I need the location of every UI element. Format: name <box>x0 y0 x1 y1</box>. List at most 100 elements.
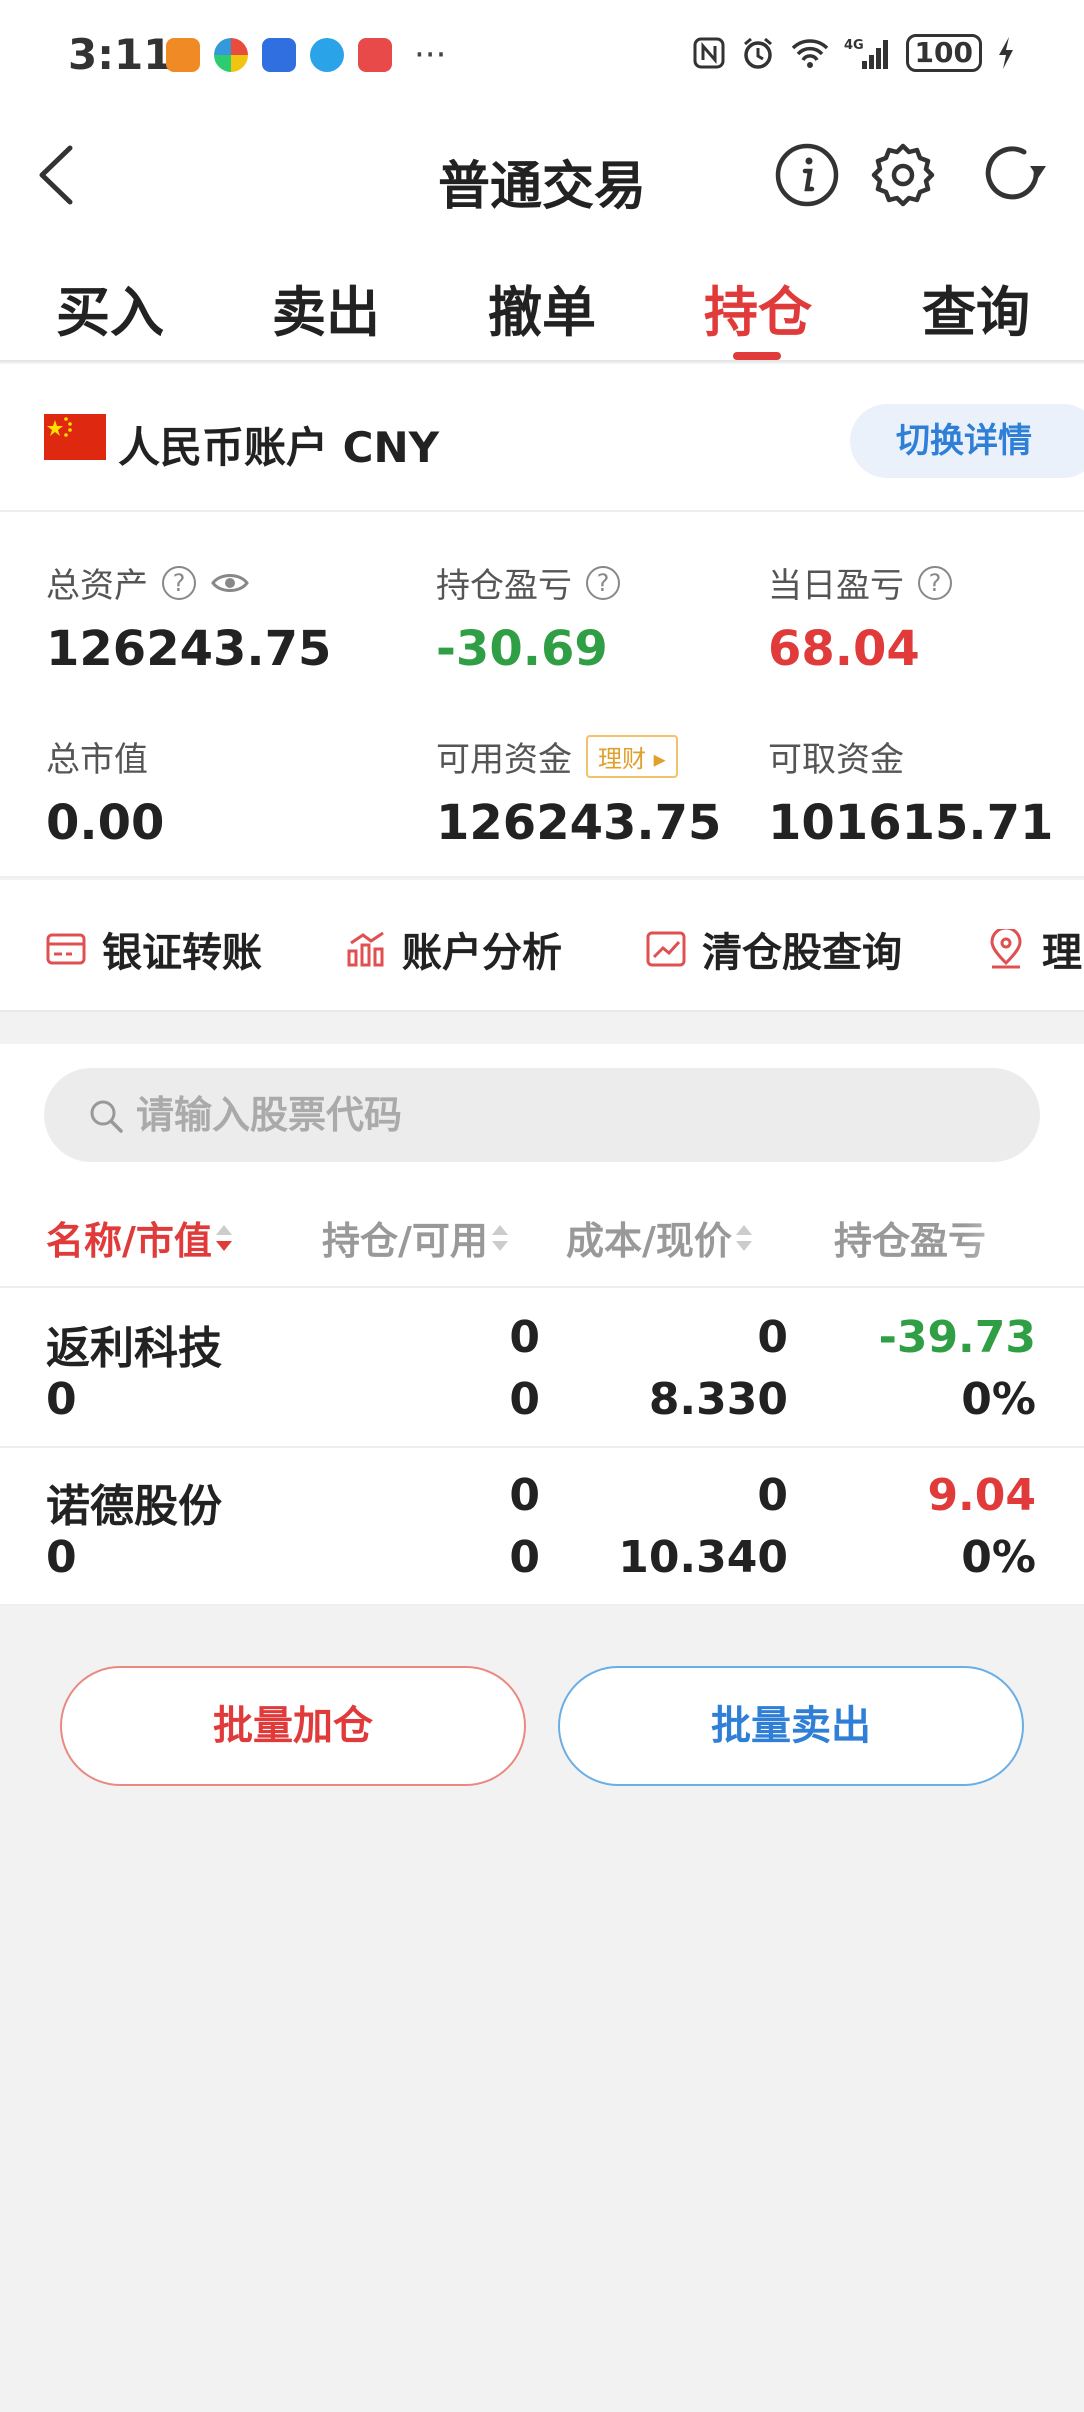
quick-link-cleared-stocks[interactable]: 清仓股查询 <box>646 920 902 978</box>
quick-link-label: 账户分析 <box>402 930 562 976</box>
quick-links: 银证转账 账户分析 清仓股查询 理 <box>0 880 1084 1012</box>
batch-add-button[interactable]: 批量加仓 <box>60 1666 526 1786</box>
card-icon <box>46 933 86 965</box>
tab-query[interactable]: 查询 <box>922 268 1030 347</box>
stock-pl-pct: 0% <box>961 1374 1036 1425</box>
app-notification-icon <box>358 38 392 72</box>
notification-icons: ··· <box>166 38 446 72</box>
nfc-icon <box>693 37 725 69</box>
wifi-icon <box>791 39 828 68</box>
market-value-label: 总市值 <box>46 740 148 780</box>
quick-link-bank-transfer[interactable]: 银证转账 <box>46 920 262 978</box>
scroll-fade <box>964 1194 1084 1284</box>
batch-sell-button[interactable]: 批量卖出 <box>558 1666 1024 1786</box>
table-row[interactable]: 诺德股份 0 0 0 0 10.340 9.04 0% <box>0 1448 1084 1606</box>
column-position-available[interactable]: 持仓/可用 <box>322 1210 508 1265</box>
more-notifications-icon: ··· <box>414 35 447 75</box>
quick-link-label: 银证转账 <box>102 930 262 976</box>
stock-name: 返利科技 <box>46 1323 222 1374</box>
eye-icon[interactable] <box>210 568 250 598</box>
position-pl-label: 持仓盈亏 <box>436 566 572 606</box>
stock-market-value: 0 <box>46 1532 77 1583</box>
tab-buy[interactable]: 买入 <box>56 268 164 347</box>
help-icon[interactable]: ? <box>918 565 952 600</box>
wealth-management-badge[interactable]: 理财 ▸ <box>586 735 678 778</box>
position-pl: 持仓盈亏? -30.69 <box>436 558 620 677</box>
available-funds-value: 126243.75 <box>436 795 722 851</box>
tab-sell[interactable]: 卖出 <box>272 268 380 347</box>
app-notification-icon <box>262 38 296 72</box>
china-flag-icon <box>44 414 106 460</box>
nav-bar: 普通交易 <box>0 110 1084 240</box>
available-funds: 可用资金 理财 ▸ 126243.75 <box>436 732 721 851</box>
stock-market-value: 0 <box>46 1374 77 1425</box>
quick-link-label: 理 <box>1042 930 1082 976</box>
position-list: 名称/市值 持仓/可用 成本/现价 持仓盈亏 返利科技 0 0 0 0 8.33… <box>0 1044 1084 1606</box>
tab-cancel-order[interactable]: 撤单 <box>488 268 596 347</box>
position-pl-value: -30.69 <box>436 621 608 677</box>
switch-details-button[interactable]: 切换详情 <box>850 404 1084 478</box>
withdrawable-funds-value: 101615.71 <box>768 795 1054 851</box>
stock-position: 0 <box>509 1312 540 1363</box>
trend-chart-icon <box>646 931 686 967</box>
battery-level: 100 <box>905 34 982 72</box>
withdrawable-funds: 可取资金 101615.71 <box>768 732 1053 851</box>
signal-icon: 4G <box>844 38 888 69</box>
total-assets-label: 总资产 <box>46 566 148 606</box>
column-name-market-value[interactable]: 名称/市值 <box>46 1210 232 1265</box>
sort-icon <box>735 1224 752 1251</box>
help-icon[interactable]: ? <box>162 565 196 600</box>
app-notification-icon <box>166 38 200 72</box>
stock-code-search-input[interactable] <box>136 1068 996 1162</box>
daily-pl-label: 当日盈亏 <box>768 566 904 606</box>
table-header: 名称/市值 持仓/可用 成本/现价 持仓盈亏 <box>0 1194 1084 1288</box>
quick-link-label: 清仓股查询 <box>702 930 902 976</box>
daily-pl: 当日盈亏? 68.04 <box>768 558 952 677</box>
refresh-icon[interactable] <box>978 140 1048 210</box>
daily-pl-value: 68.04 <box>768 621 920 677</box>
stock-available: 0 <box>509 1532 540 1583</box>
column-cost-price[interactable]: 成本/现价 <box>566 1210 752 1265</box>
quick-link-account-analysis[interactable]: 账户分析 <box>346 920 562 978</box>
stock-price: 10.340 <box>618 1532 788 1583</box>
location-icon <box>990 929 1022 969</box>
alarm-icon <box>743 37 772 69</box>
tab-positions[interactable]: 持仓 <box>704 268 812 347</box>
total-assets: 总资产? 126243.75 <box>46 558 331 677</box>
market-value-value: 0.00 <box>46 795 165 851</box>
stock-name: 诺德股份 <box>46 1481 222 1532</box>
sort-icon <box>215 1224 232 1251</box>
stock-price: 8.330 <box>648 1374 788 1425</box>
search-icon <box>90 1100 123 1133</box>
account-name: 人民币账户 CNY <box>118 423 440 472</box>
market-value: 总市值 0.00 <box>46 732 164 851</box>
stock-cost: 0 <box>757 1470 788 1521</box>
withdrawable-funds-label: 可取资金 <box>768 740 904 780</box>
status-time: 3:11 <box>68 30 173 79</box>
stock-pl-pct: 0% <box>961 1532 1036 1583</box>
stock-pl: -39.73 <box>878 1312 1036 1363</box>
charging-icon <box>999 37 1013 69</box>
table-row[interactable]: 返利科技 0 0 0 0 8.330 -39.73 0% <box>0 1290 1084 1448</box>
trade-tabs: 买入 卖出 撤单 持仓 查询 <box>0 240 1084 362</box>
info-icon[interactable] <box>772 140 842 210</box>
svg-text:4G: 4G <box>844 38 864 53</box>
quick-link-wealth[interactable]: 理 <box>986 920 1082 978</box>
available-funds-label: 可用资金 <box>436 740 572 780</box>
stock-position: 0 <box>509 1470 540 1521</box>
search-box <box>44 1068 1040 1162</box>
gear-icon[interactable] <box>868 140 938 210</box>
status-indicators: 4G 100 <box>692 34 1016 72</box>
asset-summary: 总资产? 126243.75 持仓盈亏? -30.69 当日盈亏? 68.04 … <box>0 512 1084 878</box>
total-assets-value: 126243.75 <box>46 621 332 677</box>
app-notification-icon <box>214 38 248 72</box>
stock-pl: 9.04 <box>927 1470 1036 1521</box>
app-notification-icon <box>310 38 344 72</box>
stock-cost: 0 <box>757 1312 788 1363</box>
status-bar: 3:11 ··· 4G 100 <box>0 0 1084 110</box>
help-icon[interactable]: ? <box>586 565 620 600</box>
sort-icon <box>491 1224 508 1251</box>
account-header: 人民币账户 CNY 切换详情 <box>0 364 1084 512</box>
active-tab-indicator <box>733 352 781 360</box>
stock-available: 0 <box>509 1374 540 1425</box>
